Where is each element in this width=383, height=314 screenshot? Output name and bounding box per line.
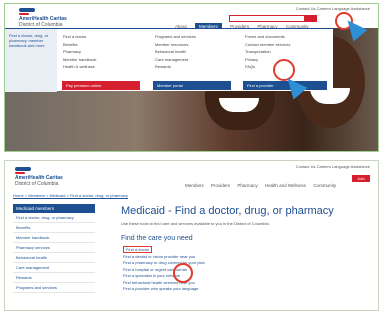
find-doctor-link[interactable]: Find a doctor: [123, 246, 153, 253]
mega-link[interactable]: Forms and documents: [245, 33, 290, 41]
mega-col-2: Programs and services Member resources B…: [155, 33, 196, 71]
pay-premium-button[interactable]: Pay premium online: [62, 81, 140, 90]
mega-link[interactable]: Care management: [155, 56, 196, 64]
mega-link[interactable]: Health & wellness: [63, 63, 96, 71]
logo[interactable]: AmeriHealth Caritas District of Columbia: [15, 167, 63, 187]
sidebar-item[interactable]: Programs and services: [13, 283, 95, 293]
sidebar-item[interactable]: Care management: [13, 263, 95, 273]
nav-item-providers[interactable]: Providers: [211, 183, 230, 188]
mega-link[interactable]: Benefits: [63, 41, 96, 49]
logo-flag-icon: [19, 8, 35, 12]
mega-link[interactable]: Programs and services: [155, 33, 196, 41]
sidebar-item[interactable]: Rewards: [13, 273, 95, 283]
mega-link[interactable]: Rewards: [155, 63, 196, 71]
sidebar-title[interactable]: Medicaid members: [13, 204, 95, 213]
join-button[interactable]: Join: [352, 175, 370, 182]
mega-col-1: Find a doctor Benefits Pharmacy Member h…: [63, 33, 96, 71]
screenshot-panel-top: AmeriHealth Caritas District of Columbia…: [4, 3, 379, 152]
member-portal-button[interactable]: Member portal: [153, 81, 231, 90]
sidebar-item[interactable]: Member handbook: [13, 233, 95, 243]
logo-flag-icon: [15, 167, 31, 171]
sidebar-item[interactable]: Find a doctor, drug, or pharmacy: [13, 213, 95, 223]
sidebar-item[interactable]: Benefits: [13, 223, 95, 233]
intro-text: Use these tools to find care and service…: [121, 221, 270, 226]
header: AmeriHealth Caritas District of Columbia…: [5, 4, 378, 28]
sidebar: Medicaid members Find a doctor, drug, or…: [13, 204, 95, 293]
breadcrumb[interactable]: Home > Members > Medicaid > Find a docto…: [13, 193, 128, 198]
logo-stripe-icon: [15, 172, 25, 174]
mega-menu-intro: Find a doctor, drug, or pharmacy, member…: [5, 29, 57, 92]
main-nav: Members Providers Pharmacy Health and We…: [185, 183, 342, 188]
sidebar-item[interactable]: Pharmacy services: [13, 243, 95, 253]
nav-item-members[interactable]: Members: [185, 183, 204, 188]
mega-menu-intro-text: Find a doctor, drug, or pharmacy, member…: [9, 33, 49, 48]
sidebar-item[interactable]: Behavioral health: [13, 253, 95, 263]
brand-sub: District of Columbia: [15, 181, 59, 187]
logo[interactable]: AmeriHealth Caritas District of Columbia: [19, 8, 67, 28]
mega-link[interactable]: Contact member services: [245, 41, 290, 49]
nav-item-pharmacy[interactable]: Pharmacy: [237, 183, 257, 188]
mega-link[interactable]: Transportation: [245, 48, 290, 56]
mega-link[interactable]: Find a doctor: [63, 33, 96, 41]
find-care-heading: Find the care you need: [121, 235, 193, 242]
click-highlight-circle: [173, 263, 193, 283]
mega-link[interactable]: Member resources: [155, 41, 196, 49]
nav-item-community[interactable]: Community: [313, 183, 336, 188]
utility-links[interactable]: Contact Us Careers Language Assistance: [296, 6, 370, 11]
nav-item-health[interactable]: Health and Wellness: [265, 183, 306, 188]
mega-link[interactable]: Behavioral health: [155, 48, 196, 56]
care-link[interactable]: Find a provider who speaks your language: [123, 286, 205, 293]
utility-links[interactable]: Contact Us Careers Language Assistance: [296, 164, 370, 169]
page-title: Medicaid - Find a doctor, drug, or pharm…: [121, 205, 334, 217]
screenshot-panel-bottom: AmeriHealth Caritas District of Columbia…: [4, 160, 379, 311]
search-input[interactable]: [229, 15, 317, 22]
mega-link[interactable]: Member handbook: [63, 56, 96, 64]
mega-link[interactable]: Pharmacy: [63, 48, 96, 56]
logo-stripe-icon: [19, 13, 29, 15]
care-link[interactable]: Find a pharmacy or drug covered by your …: [123, 260, 205, 267]
search-button[interactable]: [304, 15, 317, 22]
